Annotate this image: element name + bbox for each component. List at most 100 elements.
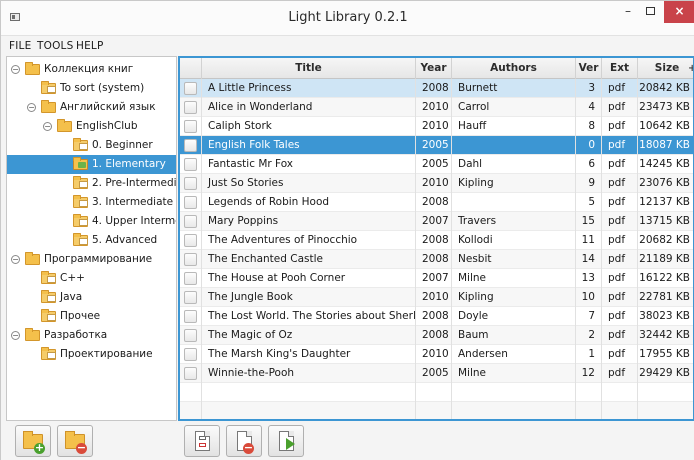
table-row[interactable]: Caliph Stork 2010 Hauff 8 pdf 10642 KB bbox=[180, 117, 693, 136]
row-checkbox[interactable] bbox=[184, 82, 197, 95]
collapse-toggle-icon[interactable]: − bbox=[11, 65, 20, 74]
tree-node[interactable]: − EnglishClub bbox=[7, 117, 176, 136]
year-column-header[interactable]: Year bbox=[416, 58, 452, 79]
tree-node[interactable]: Проектирование bbox=[7, 345, 176, 364]
export-document-button[interactable] bbox=[268, 425, 304, 457]
ver-cell: 5 bbox=[576, 193, 602, 212]
row-checkbox[interactable] bbox=[184, 158, 197, 171]
row-checkbox[interactable] bbox=[184, 348, 197, 361]
ext-cell: pdf bbox=[602, 212, 638, 231]
tree-node[interactable]: 4. Upper Intermedi... bbox=[7, 212, 176, 231]
app-window: Light Library 0.2.1 – × FILE TOOLS HELP … bbox=[0, 0, 694, 460]
row-checkbox[interactable] bbox=[184, 329, 197, 342]
row-checkbox[interactable] bbox=[184, 367, 197, 380]
checklist-button[interactable] bbox=[184, 425, 220, 457]
tree-node[interactable]: − Программирование bbox=[7, 250, 176, 269]
table-row[interactable]: A Little Princess 2008 Burnett 3 pdf 20842 KB bbox=[180, 79, 693, 98]
authors-column-header[interactable]: Authors bbox=[452, 58, 576, 79]
title-column-header[interactable]: Title bbox=[202, 58, 416, 79]
maximize-button[interactable] bbox=[639, 1, 661, 23]
tree-node-label: Java bbox=[60, 291, 83, 303]
table-row[interactable]: The Magic of Oz 2008 Baum 2 pdf 32442 KB bbox=[180, 326, 693, 345]
table-row[interactable]: Legends of Robin Hood 2008 5 pdf 12137 KB bbox=[180, 193, 693, 212]
size-cell: 20842 KB bbox=[638, 79, 693, 98]
collapse-toggle-icon[interactable]: − bbox=[11, 331, 20, 340]
table-row[interactable]: Just So Stories 2010 Kipling 9 pdf 23076 KB bbox=[180, 174, 693, 193]
tree-node[interactable]: 1. Elementary bbox=[7, 155, 176, 174]
row-checkbox[interactable] bbox=[184, 234, 197, 247]
table-row[interactable]: The Lost World. The Stories about Sherlo… bbox=[180, 307, 693, 326]
authors-cell: Carrol bbox=[452, 98, 576, 117]
tree-node[interactable]: C++ bbox=[7, 269, 176, 288]
empty-cell bbox=[576, 383, 602, 402]
title-cell: Just So Stories bbox=[202, 174, 416, 193]
menu-help[interactable]: HELP bbox=[76, 40, 104, 52]
row-checkbox[interactable] bbox=[184, 139, 197, 152]
title-bar[interactable]: Light Library 0.2.1 – × bbox=[1, 1, 694, 36]
remove-folder-button[interactable]: − bbox=[57, 425, 93, 457]
collapse-toggle-icon[interactable]: − bbox=[43, 122, 52, 131]
ext-cell: pdf bbox=[602, 288, 638, 307]
ext-cell: pdf bbox=[602, 98, 638, 117]
table-row[interactable]: The Enchanted Castle 2008 Nesbit 14 pdf 21189… bbox=[180, 250, 693, 269]
table-row[interactable]: The Adventures of Pinocchio 2008 Kollodi 11… bbox=[180, 231, 693, 250]
collection-tree[interactable]: − Коллекция книг To sort (system) − Английск… bbox=[6, 56, 177, 421]
menu-tools[interactable]: TOOLS bbox=[37, 40, 73, 52]
minimize-button[interactable]: – bbox=[617, 1, 639, 23]
year-cell: 2005 bbox=[416, 364, 452, 383]
table-row[interactable]: Alice in Wonderland 2010 Carrol 4 pdf 23473 K… bbox=[180, 98, 693, 117]
row-checkbox[interactable] bbox=[184, 291, 197, 304]
tree-node[interactable]: Java bbox=[7, 288, 176, 307]
collapse-toggle-icon[interactable]: − bbox=[11, 255, 20, 264]
size-column-header[interactable]: Size bbox=[638, 58, 693, 79]
ver-cell: 14 bbox=[576, 250, 602, 269]
table-row[interactable]: The Marsh King's Daughter 2010 Andersen 1 pd… bbox=[180, 345, 693, 364]
row-checkbox[interactable] bbox=[184, 177, 197, 190]
menu-file[interactable]: FILE bbox=[9, 40, 31, 52]
year-cell: 2008 bbox=[416, 307, 452, 326]
row-checkbox[interactable] bbox=[184, 253, 197, 266]
row-checkbox[interactable] bbox=[184, 215, 197, 228]
collapse-toggle-icon[interactable]: − bbox=[27, 103, 36, 112]
window-title: Light Library 0.2.1 bbox=[288, 10, 408, 25]
tree-node[interactable]: 3. Intermediate bbox=[7, 193, 176, 212]
ver-column-header[interactable]: Ver bbox=[576, 58, 602, 79]
minus-badge-icon: − bbox=[76, 441, 87, 454]
tree-node[interactable]: Прочее bbox=[7, 307, 176, 326]
tree-node[interactable]: 2. Pre-Intermediate bbox=[7, 174, 177, 193]
tree-node[interactable]: − Английский язык bbox=[7, 98, 176, 117]
tree-node[interactable]: 0. Beginner bbox=[7, 136, 176, 155]
ext-column-header[interactable]: Ext bbox=[602, 58, 638, 79]
tree-node[interactable]: 5. Advanced bbox=[7, 231, 176, 250]
minus-badge-icon: − bbox=[243, 441, 254, 454]
tree-node[interactable]: − Разработка bbox=[7, 326, 176, 345]
select-column-header[interactable] bbox=[180, 58, 202, 79]
remove-document-button[interactable]: − bbox=[226, 425, 262, 457]
empty-cell bbox=[452, 402, 576, 419]
row-checkbox[interactable] bbox=[184, 101, 197, 114]
authors-cell: Travers bbox=[452, 212, 576, 231]
table-row[interactable]: English Folk Tales 2005 0 pdf 18087 KB bbox=[180, 136, 693, 155]
authors-cell: Hauff bbox=[452, 117, 576, 136]
table-row[interactable]: Mary Poppins 2007 Travers 15 pdf 13715 KB bbox=[180, 212, 693, 231]
table-row[interactable]: The Jungle Book 2010 Kipling 10 pdf 22781 KB bbox=[180, 288, 693, 307]
title-cell: The Lost World. The Stories about Sherlo… bbox=[202, 307, 416, 326]
ver-cell: 4 bbox=[576, 98, 602, 117]
year-cell: 2007 bbox=[416, 269, 452, 288]
row-checkbox[interactable] bbox=[184, 272, 197, 285]
add-folder-button[interactable]: + bbox=[15, 425, 51, 457]
select-cell bbox=[180, 288, 202, 307]
tree-node[interactable]: − Коллекция книг bbox=[7, 60, 176, 79]
table-row[interactable]: Fantastic Mr Fox 2005 Dahl 6 pdf 14245 KB bbox=[180, 155, 693, 174]
ver-cell: 2 bbox=[576, 326, 602, 345]
table-row[interactable]: Winnie-the-Pooh 2005 Milne 12 pdf 29429 KB bbox=[180, 364, 693, 383]
row-checkbox[interactable] bbox=[184, 310, 197, 323]
table-row[interactable]: The House at Pooh Corner 2007 Milne 13 pdf 16… bbox=[180, 269, 693, 288]
close-button[interactable]: × bbox=[664, 1, 694, 23]
books-table[interactable]: TitleYearAuthorsVerExtSize+ A Little Pri… bbox=[178, 56, 694, 421]
tree-node[interactable]: To sort (system) bbox=[7, 79, 176, 98]
tree-node-label: 2. Pre-Intermediate bbox=[92, 177, 177, 189]
row-checkbox[interactable] bbox=[184, 120, 197, 133]
title-cell: Fantastic Mr Fox bbox=[202, 155, 416, 174]
row-checkbox[interactable] bbox=[184, 196, 197, 209]
